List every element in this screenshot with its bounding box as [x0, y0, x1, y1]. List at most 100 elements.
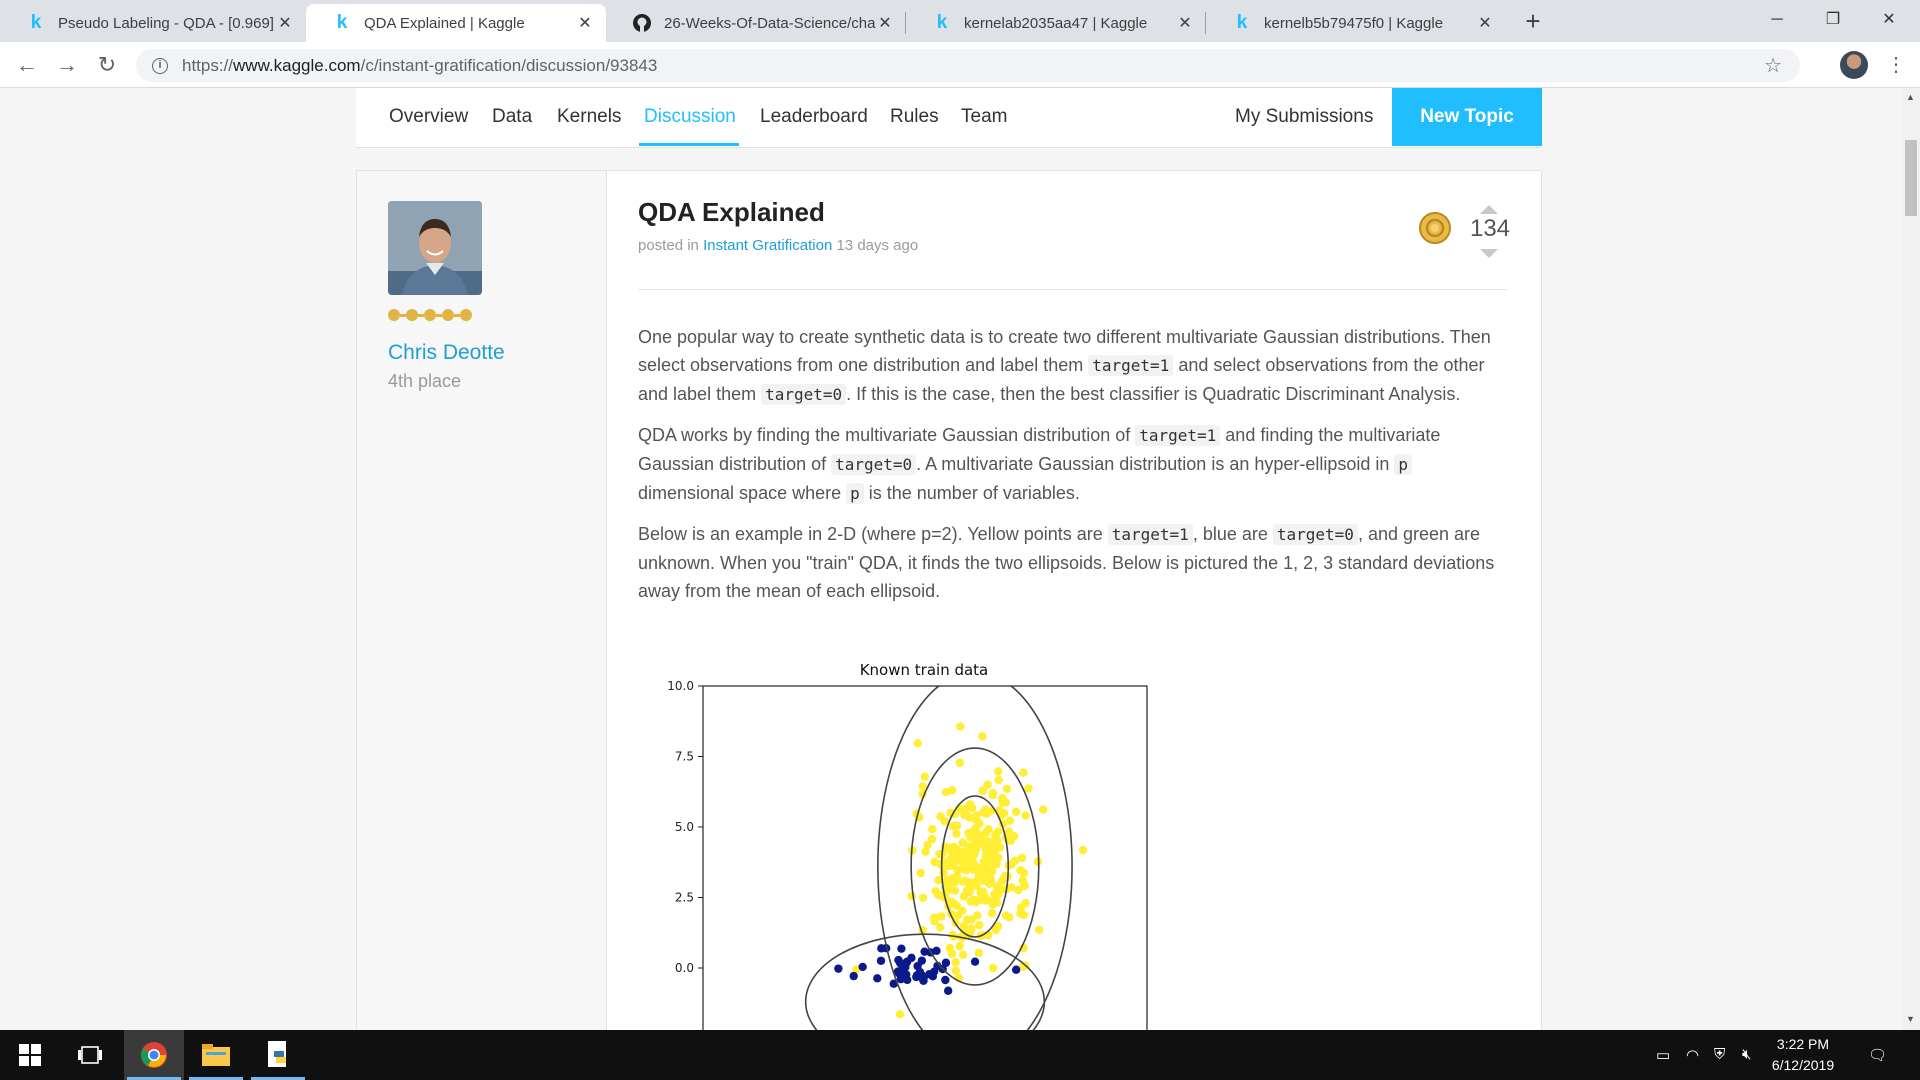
scatter-point [986, 875, 995, 885]
chrome-taskbar-icon[interactable] [124, 1030, 184, 1080]
scatter-point [928, 824, 937, 834]
new-tab-plus-icon[interactable]: + [1518, 6, 1548, 37]
profile-avatar[interactable] [1840, 51, 1868, 79]
bookmark-star-icon[interactable]: ☆ [1764, 53, 1782, 78]
wifi-icon[interactable]: ◠ [1686, 1046, 1699, 1064]
scatter-point [936, 923, 945, 932]
page-scrollbar[interactable]: ▲ ▼ [1902, 88, 1920, 1030]
discussion-post: Chris Deotte 4th place QDA Explained pos… [356, 170, 1542, 1030]
close-icon[interactable]: ✕ [276, 13, 294, 33]
scatter-point [943, 986, 953, 995]
close-icon[interactable]: ✕ [576, 13, 594, 33]
scatter-point [958, 950, 968, 959]
info-icon[interactable]: i [152, 57, 168, 74]
address-bar[interactable]: i https://www.kaggle.com/c/instant-grati… [136, 49, 1800, 82]
new-topic-button[interactable]: New Topic [1392, 88, 1542, 146]
forward-arrow-icon[interactable]: → [54, 52, 80, 78]
scatter-point [958, 838, 967, 847]
url-text[interactable]: https://www.kaggle.com/c/instant-gratifi… [182, 56, 657, 76]
menu-dots-icon[interactable]: ⋮ [1886, 52, 1906, 77]
windows-taskbar: ▭ ◠ ⛨ 🔇︎ 3:22 PM 6/12/2019 🗨︎ [0, 1030, 1920, 1080]
scatter-point [849, 971, 858, 981]
restore-icon[interactable]: ❐ [1810, 6, 1856, 34]
inline-code: target=1 [1088, 355, 1174, 376]
scatter-point [1014, 885, 1023, 895]
browser-tab[interactable]: k kernelb5b79475f0 | Kaggle ✕ [1206, 4, 1506, 42]
scatter-point [1011, 807, 1021, 816]
author-name-link[interactable]: Chris Deotte [388, 341, 505, 365]
tab-discussion[interactable]: Discussion [644, 106, 736, 128]
scatter-point [918, 893, 928, 902]
browser-tab[interactable]: k Pseudo Labeling - QDA - [0.969] ✕ [0, 4, 306, 42]
shield-icon[interactable]: ⛨ [1714, 1046, 1725, 1063]
inline-code: target=0 [1272, 524, 1358, 545]
github-icon [633, 14, 651, 32]
forum-link[interactable]: Instant Gratification [703, 237, 832, 254]
minimize-icon[interactable]: ─ [1754, 6, 1800, 34]
scatter-point [894, 969, 904, 978]
scatter-point [983, 865, 992, 874]
back-arrow-icon[interactable]: ← [14, 52, 40, 78]
scatter-point [998, 794, 1007, 803]
file-explorer-icon[interactable] [186, 1030, 246, 1080]
close-icon[interactable]: ✕ [876, 13, 894, 33]
browser-tab[interactable]: 26-Weeks-Of-Data-Science/chall ✕ [606, 4, 906, 42]
tab-team[interactable]: Team [961, 106, 1007, 128]
scatter-point [903, 975, 912, 985]
downvote-arrow-icon[interactable] [1480, 249, 1498, 258]
tab-overview[interactable]: Overview [389, 106, 468, 128]
scatter-point [962, 803, 971, 813]
grandmaster-tier-icon [388, 309, 472, 321]
browser-tab-active[interactable]: k QDA Explained | Kaggle ✕ [306, 4, 606, 42]
scatter-point [876, 956, 886, 965]
clock-date: 6/12/2019 [1771, 1057, 1835, 1073]
my-submissions-link[interactable]: My Submissions [1235, 106, 1373, 128]
scrollbar-thumb[interactable] [1905, 140, 1917, 216]
author-avatar[interactable] [388, 201, 482, 295]
inline-code: p [846, 483, 864, 504]
scatter-point [988, 789, 998, 798]
task-view-icon[interactable] [60, 1030, 120, 1080]
inline-code: target=1 [1135, 425, 1221, 446]
browser-tab[interactable]: k kernelab2035aa47 | Kaggle ✕ [906, 4, 1206, 42]
windows-start-icon[interactable] [0, 1030, 60, 1080]
taskbar-clock[interactable]: 3:22 PM 6/12/2019 [1758, 1034, 1848, 1076]
scatter-point [834, 964, 843, 973]
battery-icon[interactable]: ▭ [1656, 1046, 1670, 1064]
scatter-point [992, 859, 1001, 869]
scroll-down-arrow-icon[interactable]: ▼ [1906, 1014, 1915, 1024]
scatter-point [913, 739, 922, 748]
tab-data[interactable]: Data [492, 106, 532, 128]
scatter-point [916, 868, 925, 878]
scatter-point [948, 821, 958, 831]
window-close-icon[interactable]: ✕ [1866, 6, 1912, 34]
volume-muted-icon[interactable]: 🔇︎ [1742, 1046, 1751, 1063]
tab-kernels[interactable]: Kernels [557, 106, 621, 128]
scatter-point [931, 886, 940, 896]
scatter-point [975, 921, 984, 930]
scatter-point [978, 732, 987, 741]
scatter-point [987, 909, 997, 918]
kaggle-k-icon: k [336, 12, 348, 33]
python-editor-icon[interactable] [248, 1030, 308, 1080]
scatter-point [925, 969, 934, 979]
upvote-arrow-icon[interactable] [1480, 205, 1498, 214]
tab-rules[interactable]: Rules [890, 106, 939, 128]
scatter-point [1039, 805, 1048, 814]
scatter-point [923, 840, 932, 850]
scatter-point [955, 758, 965, 768]
scatter-point [873, 974, 882, 983]
notification-icon[interactable]: 🗨︎ [1868, 1046, 1887, 1064]
scatter-point [967, 925, 976, 934]
close-icon[interactable]: ✕ [1176, 13, 1194, 33]
reload-icon[interactable]: ↻ [94, 52, 120, 78]
y-axis-ticks: 10.0 7.5 5.0 2.5 0.0 [667, 679, 703, 975]
scatter-point [1018, 876, 1027, 885]
close-icon[interactable]: ✕ [1476, 13, 1494, 33]
scatter-point [1016, 909, 1025, 918]
inline-code: target=0 [831, 454, 917, 475]
scroll-up-arrow-icon[interactable]: ▲ [1906, 92, 1915, 102]
scatter-point [951, 958, 960, 967]
scatter-point [913, 961, 922, 971]
tab-leaderboard[interactable]: Leaderboard [760, 106, 868, 128]
